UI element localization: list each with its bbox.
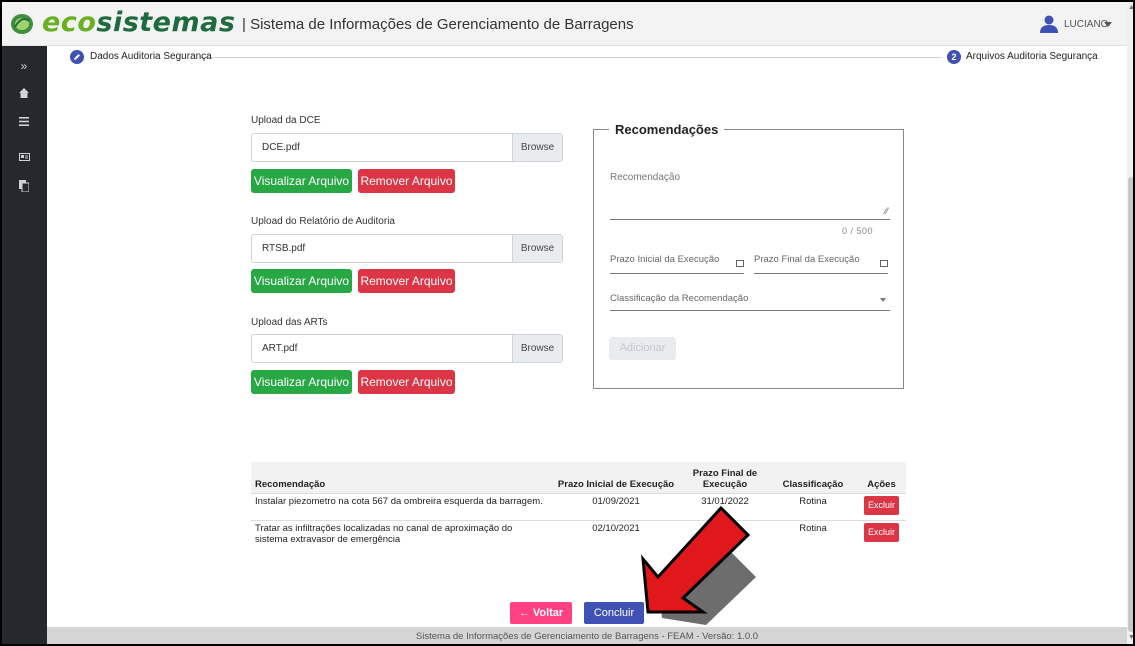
browse-button[interactable]: Browse [512,335,562,362]
cell-prazo-inicial: 02/10/2021 [551,519,681,554]
start-date-label: Prazo Inicial da Execução [610,254,720,265]
logo-text-eco: eco [42,7,97,38]
scroll-thumb[interactable] [1128,177,1133,632]
resize-handle-icon[interactable]: ⁄⁄ [885,206,888,216]
table-row: Instalar piezometro na cota 567 da ombre… [251,492,906,520]
view-art-button[interactable]: Visualizar Arquivo [251,370,352,394]
char-counter: 0 / 500 [842,226,874,236]
upload-dce-label: Upload da DCE [251,115,321,126]
upload-rtsb-filename: RTSB.pdf [262,243,306,254]
cell-prazo-final [681,519,769,554]
remove-dce-button[interactable]: Remover Arquivo [358,169,455,193]
recommendations-table: Recomendação Prazo Inicial de Execução P… [251,462,906,554]
cell-prazo-inicial: 01/09/2021 [551,492,681,520]
upload-art-filename: ART.pdf [262,343,298,354]
cell-classificacao: Rotina [769,519,857,554]
logo-text-sistemas: sistemas [96,7,236,38]
cell-prazo-final: 31/01/2022 [681,492,769,520]
view-rtsb-button[interactable]: Visualizar Arquivo [251,269,352,293]
view-dce-button[interactable]: Visualizar Arquivo [251,169,352,193]
classification-select[interactable]: Classificação da Recomendação [610,293,890,311]
chevron-down-icon[interactable] [1104,22,1112,27]
footer: Sistema de Informações de Gerenciamento … [47,627,1127,644]
app-window: ecosistemas | Sistema de Informações de … [0,0,1135,646]
add-recommendation-button[interactable]: Adicionar [609,337,676,360]
remove-art-button[interactable]: Remover Arquivo [358,370,455,394]
cell-classificacao: Rotina [769,492,857,520]
system-title: | Sistema de Informações de Gerenciament… [242,16,634,33]
home-icon[interactable] [16,86,32,102]
user-menu[interactable]: LUCIANO [1064,19,1108,30]
recommendation-textarea[interactable]: Recomendação ⁄⁄ [610,164,890,220]
logo-icon [11,14,33,34]
start-date-field[interactable]: Prazo Inicial da Execução [610,254,744,274]
upload-dce-input[interactable]: DCE.pdf Browse [251,133,563,162]
col-prazo-inicial[interactable]: Prazo Inicial de Execução [551,462,681,493]
recommendations-legend: Recomendações [609,122,725,137]
recommendation-placeholder: Recomendação [610,172,681,183]
col-recomendacao[interactable]: Recomendação [251,462,551,493]
finish-button[interactable]: Concluir [584,602,644,624]
cell-recomendacao: Tratar as infiltrações localizadas no ca… [251,519,551,554]
menu-icon[interactable] [16,114,32,130]
upload-art-label: Upload das ARTs [251,317,328,328]
back-button[interactable]: ← Voltar [510,602,572,624]
top-navbar: ecosistemas | Sistema de Informações de … [2,2,1127,46]
col-acoes: Ações [857,462,906,493]
step-2-number[interactable]: 2 [947,50,961,64]
cell-acoes: Excluir [857,519,906,554]
end-date-label: Prazo Final da Execução [754,254,860,265]
expand-icon[interactable]: » [16,58,32,74]
browse-button[interactable]: Browse [512,235,562,262]
end-date-field[interactable]: Prazo Final da Execução [754,254,888,274]
step-2-label[interactable]: Arquivos Auditoria Segurança [966,51,1098,62]
scroll-down-icon[interactable]: ▼ [1128,634,1133,641]
cell-recomendacao: Instalar piezometro na cota 567 da ombre… [251,492,551,520]
classification-label: Classificação da Recomendação [610,293,749,304]
cell-acoes: Excluir [857,492,906,520]
brand-logo[interactable]: ecosistemas [42,7,235,39]
calendar-icon[interactable] [880,260,888,267]
upload-rtsb-label: Upload do Relatório de Auditoria [251,216,395,227]
chevron-down-icon[interactable] [880,298,886,302]
id-card-icon[interactable] [16,149,32,165]
calendar-icon[interactable] [736,260,744,267]
table-header-row: Recomendação Prazo Inicial de Execução P… [251,462,906,493]
upload-dce-filename: DCE.pdf [262,142,300,153]
table-row: Tratar as infiltrações localizadas no ca… [251,519,906,554]
step-1-label[interactable]: Dados Auditoria Segurança [90,51,212,62]
upload-art-input[interactable]: ART.pdf Browse [251,334,563,363]
documents-icon[interactable] [16,180,32,196]
stepper-line [200,57,942,58]
upload-rtsb-input[interactable]: RTSB.pdf Browse [251,234,563,263]
scroll-up-icon[interactable]: ▲ [1128,4,1133,11]
remove-rtsb-button[interactable]: Remover Arquivo [358,269,455,293]
col-prazo-final[interactable]: Prazo Final de Execução [681,462,769,493]
delete-button[interactable]: Excluir [863,522,899,542]
vertical-scrollbar[interactable]: ▲ ▼ [1127,2,1133,644]
sidebar: » [2,46,47,644]
col-classificacao[interactable]: Classificação [769,462,857,493]
browse-button[interactable]: Browse [512,134,562,161]
user-icon[interactable] [1039,15,1059,33]
delete-button[interactable]: Excluir [863,495,899,515]
pencil-icon[interactable] [70,50,84,64]
